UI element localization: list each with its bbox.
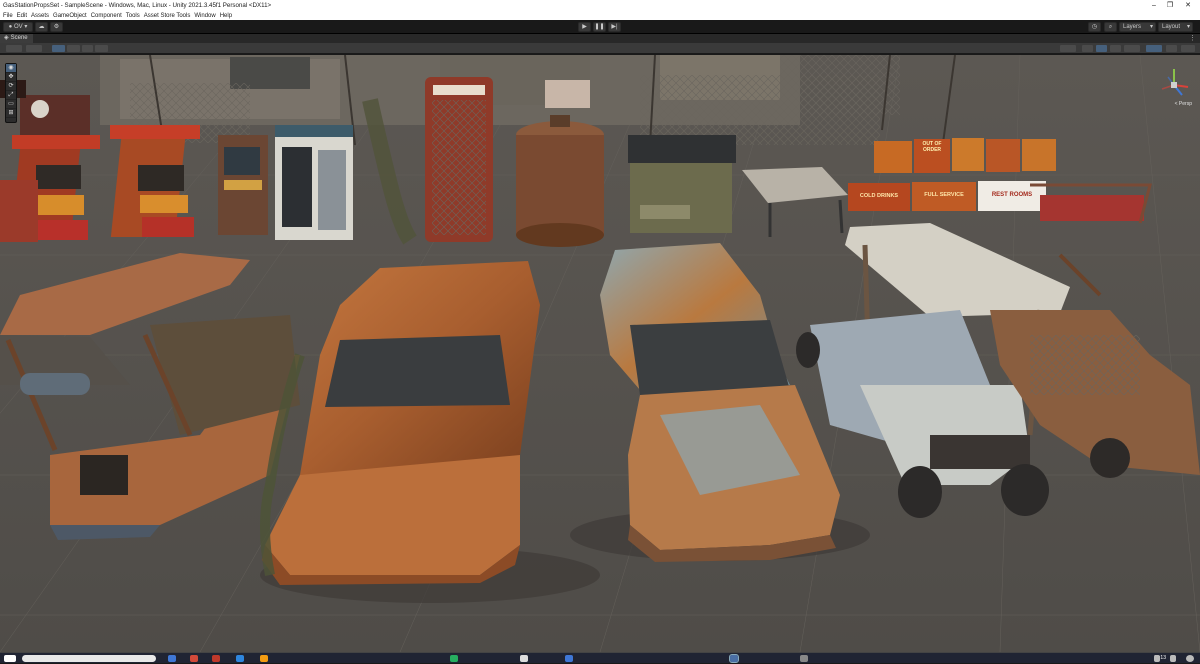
maximize-button[interactable]: ❐: [1160, 0, 1180, 11]
tab-scene-label: Scene: [10, 35, 28, 41]
view-tool-icon[interactable]: ◉: [6, 64, 16, 73]
taskbar-search-box[interactable]: [22, 655, 156, 662]
tab-scene[interactable]: ◈ Scene: [0, 34, 33, 43]
menu-tools[interactable]: Tools: [126, 13, 140, 19]
app-icon-4[interactable]: [236, 655, 244, 662]
window-title: GasStationPropsSet - SampleScene - Windo…: [3, 2, 272, 9]
scene-icon: ◈: [4, 35, 9, 41]
transform-tool-palette: ◉ ✥ ⟳ ⤢ ▭ ⊞: [5, 63, 17, 123]
close-button[interactable]: ✕: [1178, 0, 1198, 11]
menu-bar: File Edit Assets GameObject Component To…: [0, 11, 1200, 20]
app-icon-3[interactable]: [212, 655, 220, 662]
account-icon: ●: [8, 24, 13, 30]
menu-gameobject[interactable]: GameObject: [53, 13, 87, 19]
app-icon-2[interactable]: [190, 655, 198, 662]
chevron-down-icon: ▾: [24, 24, 28, 30]
gizmos-dropdown[interactable]: [1181, 45, 1195, 52]
more-options-icon[interactable]: ⋮: [1189, 34, 1196, 43]
history-icon: ◷: [1091, 24, 1098, 30]
draw-mode-dropdown[interactable]: [6, 45, 22, 52]
layout-dropdown[interactable]: Layout ▾: [1158, 22, 1193, 32]
lighting-toggle[interactable]: [1096, 45, 1107, 52]
app-icon-1[interactable]: [168, 655, 176, 662]
snap-increment-dropdown[interactable]: [95, 45, 108, 52]
app-icon-active[interactable]: [729, 654, 739, 663]
arcade-machine: [218, 135, 268, 235]
unity-app-icon[interactable]: [520, 655, 528, 662]
window-title-bar: GasStationPropsSet - SampleScene - Windo…: [0, 0, 1200, 11]
water-tank: [516, 115, 604, 247]
layout-label: Layout: [1162, 24, 1181, 30]
rect-tool-icon[interactable]: ▭: [6, 100, 16, 109]
2d-toggle[interactable]: [1082, 45, 1093, 52]
projection-label[interactable]: < Persp: [1175, 101, 1192, 107]
main-toolbar: ● OV ▾ ☁ ⚙ ▶ ❚❚ ▶| ◷ ⌕ Layers ▾ Layout ▾: [0, 20, 1200, 34]
chevron-down-icon: ▾: [1149, 24, 1153, 30]
start-button-icon[interactable]: [4, 655, 16, 662]
layers-dropdown[interactable]: Layers ▾: [1119, 22, 1156, 32]
pause-icon: ❚❚: [594, 24, 605, 30]
orientation-gizmo[interactable]: [1158, 65, 1190, 105]
sign-cold-drinks: COLD DRINKS: [859, 193, 899, 199]
collab-button[interactable]: ⚙: [50, 22, 63, 32]
scene-view-toolbar: [0, 43, 1200, 54]
app-icon-6[interactable]: [450, 655, 458, 662]
orientation-dropdown[interactable]: [1060, 45, 1076, 52]
sign-full-service: FULL SERVICE: [924, 192, 964, 198]
effects-dropdown[interactable]: [1124, 45, 1140, 52]
audio-toggle[interactable]: [1110, 45, 1121, 52]
phone-booth: [425, 77, 493, 242]
global-toggle[interactable]: [67, 45, 80, 52]
scene-viewport[interactable]: OUT OF ORDER COLD DRINKS FULL SERVICE RE…: [0, 55, 1200, 652]
search-icon: ⌕: [1108, 24, 1113, 30]
camera-settings-button[interactable]: [1166, 45, 1177, 52]
move-tool-icon[interactable]: ✥: [6, 73, 16, 82]
layers-label: Layers: [1123, 24, 1142, 30]
cloud-button[interactable]: ☁: [35, 22, 48, 32]
render-mode-dropdown[interactable]: [26, 45, 42, 52]
scene-render: [0, 55, 1200, 652]
menu-file[interactable]: File: [3, 13, 13, 19]
rotate-tool-icon[interactable]: ⟳: [6, 82, 16, 91]
history-button[interactable]: ◷: [1088, 22, 1101, 32]
cloud-icon: ☁: [38, 24, 45, 30]
sign-rest-rooms: REST ROOMS: [991, 192, 1033, 198]
play-icon: ▶: [582, 24, 587, 30]
pause-button[interactable]: ❚❚: [593, 22, 606, 32]
menu-component[interactable]: Component: [91, 13, 122, 19]
scene-visibility-toggle[interactable]: [1146, 45, 1162, 52]
vending-machine: [275, 125, 353, 240]
menu-asset-store-tools[interactable]: Asset Store Tools: [144, 13, 191, 19]
app-icon-7[interactable]: [565, 655, 573, 662]
search-button[interactable]: ⌕: [1104, 22, 1117, 32]
transform-tool-icon[interactable]: ⊞: [6, 109, 16, 118]
step-button[interactable]: ▶|: [608, 22, 621, 32]
sign-out-of-order: OUT OF ORDER: [922, 141, 942, 153]
gear-icon: ⚙: [53, 24, 60, 30]
app-icon-8[interactable]: [800, 655, 808, 662]
play-button[interactable]: ▶: [578, 22, 591, 32]
pivot-toggle[interactable]: [52, 45, 65, 52]
menu-help[interactable]: Help: [220, 13, 232, 19]
scene-tab-row: ◈ Scene ⋮: [0, 34, 1200, 43]
account-label: OV: [13, 24, 23, 30]
chevron-down-icon: ▾: [1186, 24, 1190, 30]
os-taskbar: 11:13: [0, 652, 1200, 663]
app-icon-5[interactable]: [260, 655, 268, 662]
wifi-icon[interactable]: [1154, 655, 1160, 662]
grid-snap-toggle[interactable]: [82, 45, 93, 52]
scale-tool-icon[interactable]: ⤢: [6, 91, 16, 100]
account-dropdown[interactable]: ● OV ▾: [3, 22, 33, 32]
menu-window[interactable]: Window: [194, 13, 215, 19]
menu-assets[interactable]: Assets: [31, 13, 49, 19]
step-icon: ▶|: [611, 24, 618, 30]
dumpster: [628, 135, 736, 233]
volume-icon[interactable]: [1170, 655, 1176, 662]
menu-edit[interactable]: Edit: [17, 13, 27, 19]
notifications-icon[interactable]: [1186, 655, 1194, 662]
